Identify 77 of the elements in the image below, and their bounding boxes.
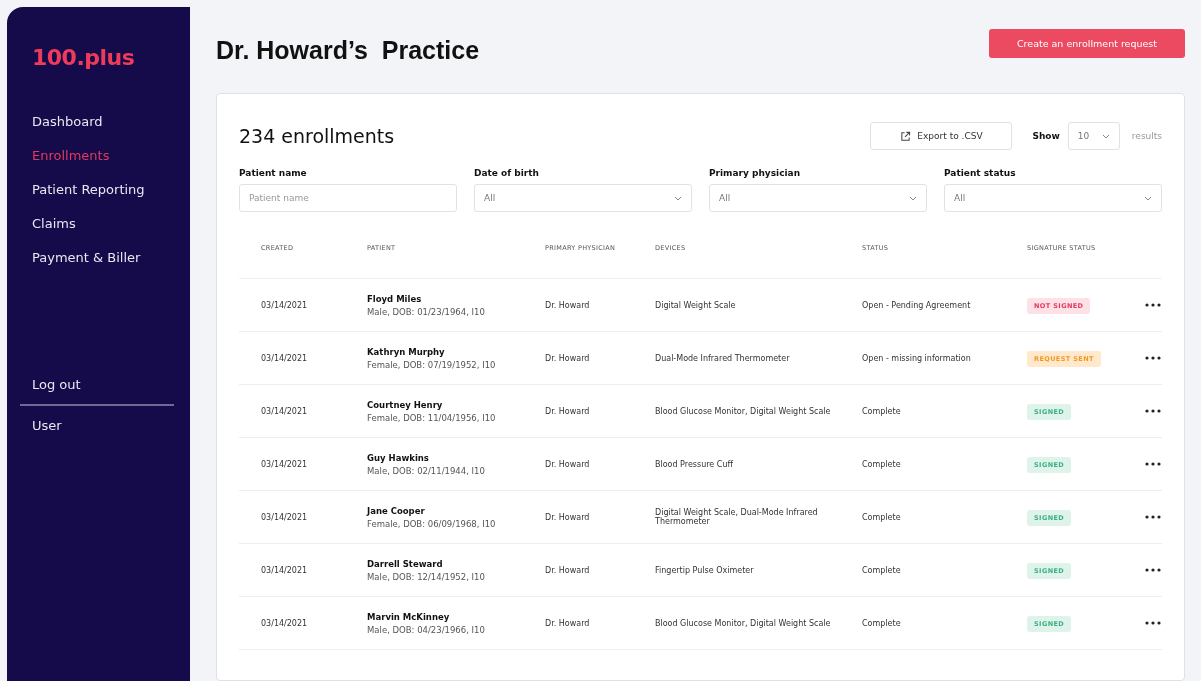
results-label: results: [1131, 131, 1162, 141]
page-size-select[interactable]: 10: [1067, 122, 1120, 150]
filter-select[interactable]: All: [709, 184, 927, 212]
show-label: Show: [1032, 131, 1060, 141]
nav-item[interactable]: Claims: [32, 216, 76, 231]
more-icon[interactable]: [1145, 621, 1161, 625]
table-cell-text: 03/14/2021: [261, 353, 309, 363]
chevron-down-icon: [1144, 195, 1152, 201]
chevron-down-icon: [1101, 133, 1110, 139]
table-cell-text: Digital Weight Scale, Dual-Mode Infrared Thermometer: [655, 508, 819, 526]
table-cell-text: 03/14/2021: [261, 300, 309, 310]
patient-name: Jane Cooper: [367, 505, 426, 516]
patient-name: Marvin McKinney: [367, 611, 451, 622]
patient-details: Female, DOB: 11/04/1956, I10: [367, 412, 497, 423]
search-field[interactable]: Patient name: [239, 184, 457, 212]
table-cell-text: Dual-Mode Infrared Thermometer: [655, 353, 791, 363]
more-icon[interactable]: [1145, 303, 1161, 307]
table-cell-text: Blood Glucose Monitor, Digital Weight Scale: [655, 618, 832, 628]
nav-item[interactable]: Enrollments: [32, 148, 110, 163]
more-icon[interactable]: [1145, 515, 1161, 519]
table-cell-text: Dr. Howard: [545, 565, 591, 575]
patient-name: Darrell Steward: [367, 558, 444, 569]
sidebar-link[interactable]: Log out: [32, 377, 81, 392]
table-cell-text: Dr. Howard: [545, 300, 591, 310]
table-cell-text: Complete: [862, 565, 902, 575]
filter-select[interactable]: All: [944, 184, 1162, 212]
enrollment-count: 234 enrollments: [239, 125, 395, 147]
table-cell-text: 03/14/2021: [261, 459, 309, 469]
table-cell-text: Complete: [862, 618, 902, 628]
table-cell-text: Dr. Howard: [545, 459, 591, 469]
table-cell-text: 03/14/2021: [261, 618, 309, 628]
sidebar-link[interactable]: User: [32, 418, 62, 433]
more-icon[interactable]: [1145, 568, 1161, 572]
patient-details: Male, DOB: 02/11/1944, I10: [367, 465, 486, 476]
table-cell-text: Open - missing information: [862, 353, 972, 363]
filter-label: Primary physician: [709, 168, 802, 178]
chevron-down-icon: [674, 195, 682, 201]
table-cell-text: Open - Pending Agreement: [862, 300, 972, 310]
table-cell-text: 03/14/2021: [261, 512, 309, 522]
nav-item[interactable]: Patient Reporting: [32, 182, 145, 197]
table-cell-text: Complete: [862, 459, 902, 469]
table-cell-text: 03/14/2021: [261, 565, 309, 575]
page-title: Dr. Howard’s Practice: [216, 35, 480, 65]
more-icon[interactable]: [1145, 462, 1161, 466]
patient-details: Male, DOB: 01/23/1964, I10: [367, 306, 486, 317]
table-cell-text: 03/14/2021: [261, 406, 309, 416]
table-cell-text: Dr. Howard: [545, 512, 591, 522]
table-cell-text: Dr. Howard: [545, 406, 591, 416]
filter-label: Date of birth: [474, 168, 540, 178]
table-cell-text: Digital Weight Scale: [655, 300, 737, 310]
more-icon[interactable]: [1145, 356, 1161, 360]
patient-name: Kathryn Murphy: [367, 346, 446, 357]
table-cell-text: Fingertip Pulse Oximeter: [655, 565, 755, 575]
patient-name: Courtney Henry: [367, 399, 444, 410]
table-cell-text: Dr. Howard: [545, 353, 591, 363]
table-cell-text: Dr. Howard: [545, 618, 591, 628]
patient-details: Male, DOB: 04/23/1966, I10: [367, 624, 486, 635]
filter-label: Patient status: [944, 168, 1017, 178]
patient-details: Male, DOB: 12/14/1952, I10: [367, 571, 486, 582]
create-button[interactable]: Create an enrollment request: [989, 28, 1185, 58]
export-button[interactable]: Export to .CSV: [870, 122, 1013, 150]
table-cell-text: Complete: [862, 406, 902, 416]
patient-name: Guy Hawkins: [367, 452, 430, 463]
patient-details: Female, DOB: 06/09/1968, I10: [367, 518, 497, 529]
patient-name: Floyd Miles: [367, 293, 423, 304]
more-icon[interactable]: [1145, 409, 1161, 413]
table-cell-text: Blood Pressure Cuff: [655, 459, 734, 469]
filter-label: Patient name: [239, 168, 308, 178]
table-cell-text: Complete: [862, 512, 902, 522]
external-link-icon: [900, 130, 912, 142]
table-cell-text: Blood Glucose Monitor, Digital Weight Scale: [655, 406, 832, 416]
nav-item[interactable]: Payment & Biller: [32, 250, 141, 265]
patient-details: Female, DOB: 07/19/1952, I10: [367, 359, 497, 370]
nav-item[interactable]: Dashboard: [32, 114, 103, 129]
filter-select[interactable]: All: [474, 184, 692, 212]
chevron-down-icon: [909, 195, 917, 201]
logo: 100.plus: [32, 45, 136, 70]
